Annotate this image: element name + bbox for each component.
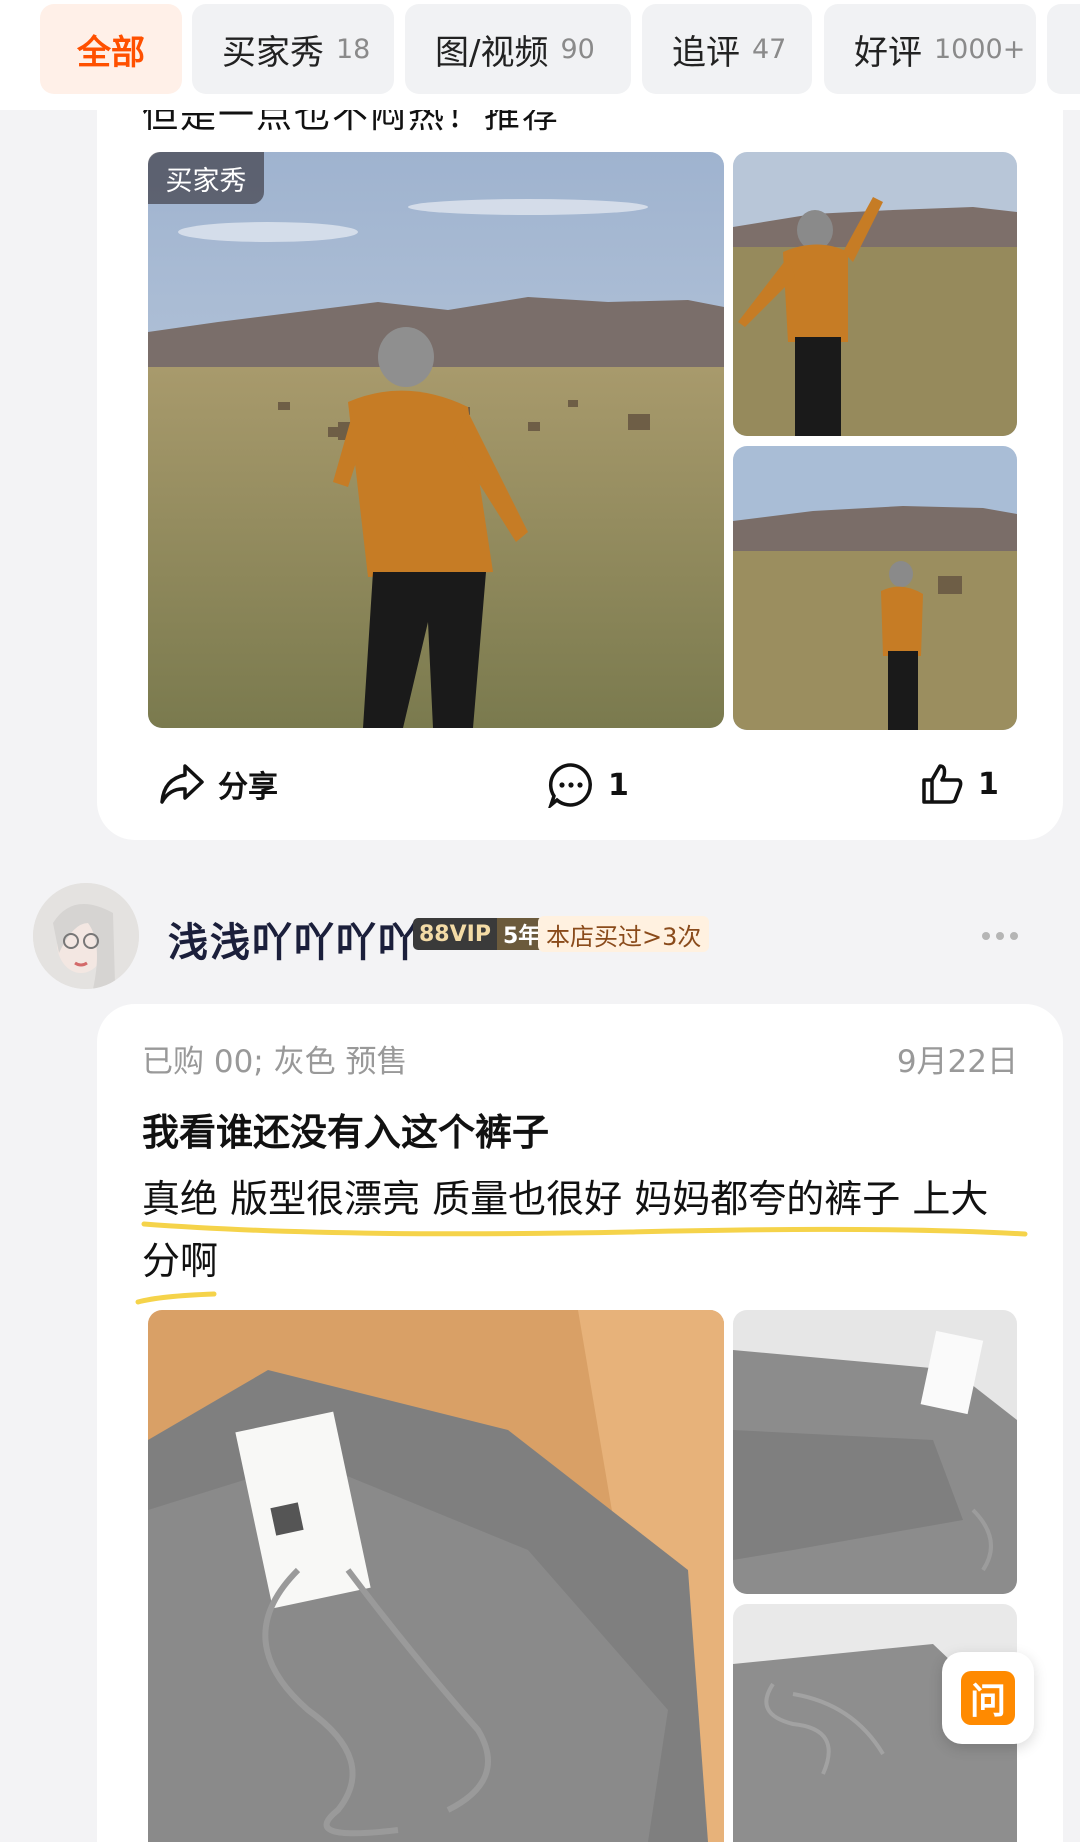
share-label: 分享 [218,770,278,805]
review-photo-main[interactable] [148,1310,724,1842]
tab-more[interactable] [1047,4,1080,94]
tab-count: 1000+ [934,33,1026,65]
avatar-image [33,883,139,989]
comment-button[interactable]: 1 [548,762,629,808]
photo-person-waving [733,152,1017,436]
tab-label: 买家秀 [222,32,324,73]
review-title: 我看谁还没有入这个裤子 [142,1111,549,1154]
purchase-count-badge: 本店买过>3次 [538,916,710,952]
tab-label: 好评 [854,32,922,73]
tab-count: 90 [560,33,595,65]
review-photo-main[interactable] [148,152,724,728]
tab-buyer-show[interactable]: 买家秀 18 [192,4,394,94]
photo-person-camera [733,446,1017,730]
filter-tabbar: 全部 买家秀 18 图/视频 90 追评 47 好评 1000+ [0,0,1080,110]
vip-label: 88VIP [413,918,497,950]
photo-field-person [148,152,724,728]
review-photo-thumb[interactable] [733,152,1017,436]
tab-count: 18 [336,33,371,65]
review-photo-thumb[interactable] [733,1310,1017,1594]
review-photo-thumb[interactable] [733,446,1017,730]
buyer-show-tag: 买家秀 [148,152,264,204]
photo-gray-pants [148,1310,724,1842]
tab-all[interactable]: 全部 [40,4,182,94]
vip-badge: 88VIP 5年 [413,918,547,950]
username[interactable]: 浅浅吖吖吖吖 [168,910,420,968]
tab-label: 全部 [77,32,145,73]
share-button[interactable]: 分享 [158,762,278,806]
avatar[interactable] [33,883,139,989]
comment-icon [548,763,592,808]
more-options-icon[interactable] [980,930,1020,942]
ask-question-button[interactable]: 问 [942,1652,1034,1744]
review-date: 9月22日 [896,1044,1018,1080]
tab-label: 追评 [672,32,740,73]
tab-follow-up[interactable]: 追评 47 [642,4,812,94]
review-body: 真绝 版型很漂亮 质量也很好 妈妈都夸的裤子 上大分啊 [142,1177,989,1283]
comment-count: 1 [608,767,629,803]
tab-positive[interactable]: 好评 1000+ [824,4,1036,94]
like-count: 1 [978,766,999,802]
like-button[interactable]: 1 [920,762,999,806]
tab-count: 47 [752,33,787,65]
tab-photo-video[interactable]: 图/视频 90 [405,4,631,94]
thumbs-up-icon [922,764,963,804]
purchase-info: 已购 00; 灰色 预售 [142,1044,408,1080]
photo-gray-pants-folded [733,1310,1017,1594]
tab-label: 图/视频 [435,32,549,73]
share-icon [160,764,204,804]
ask-label: 问 [961,1671,1015,1725]
